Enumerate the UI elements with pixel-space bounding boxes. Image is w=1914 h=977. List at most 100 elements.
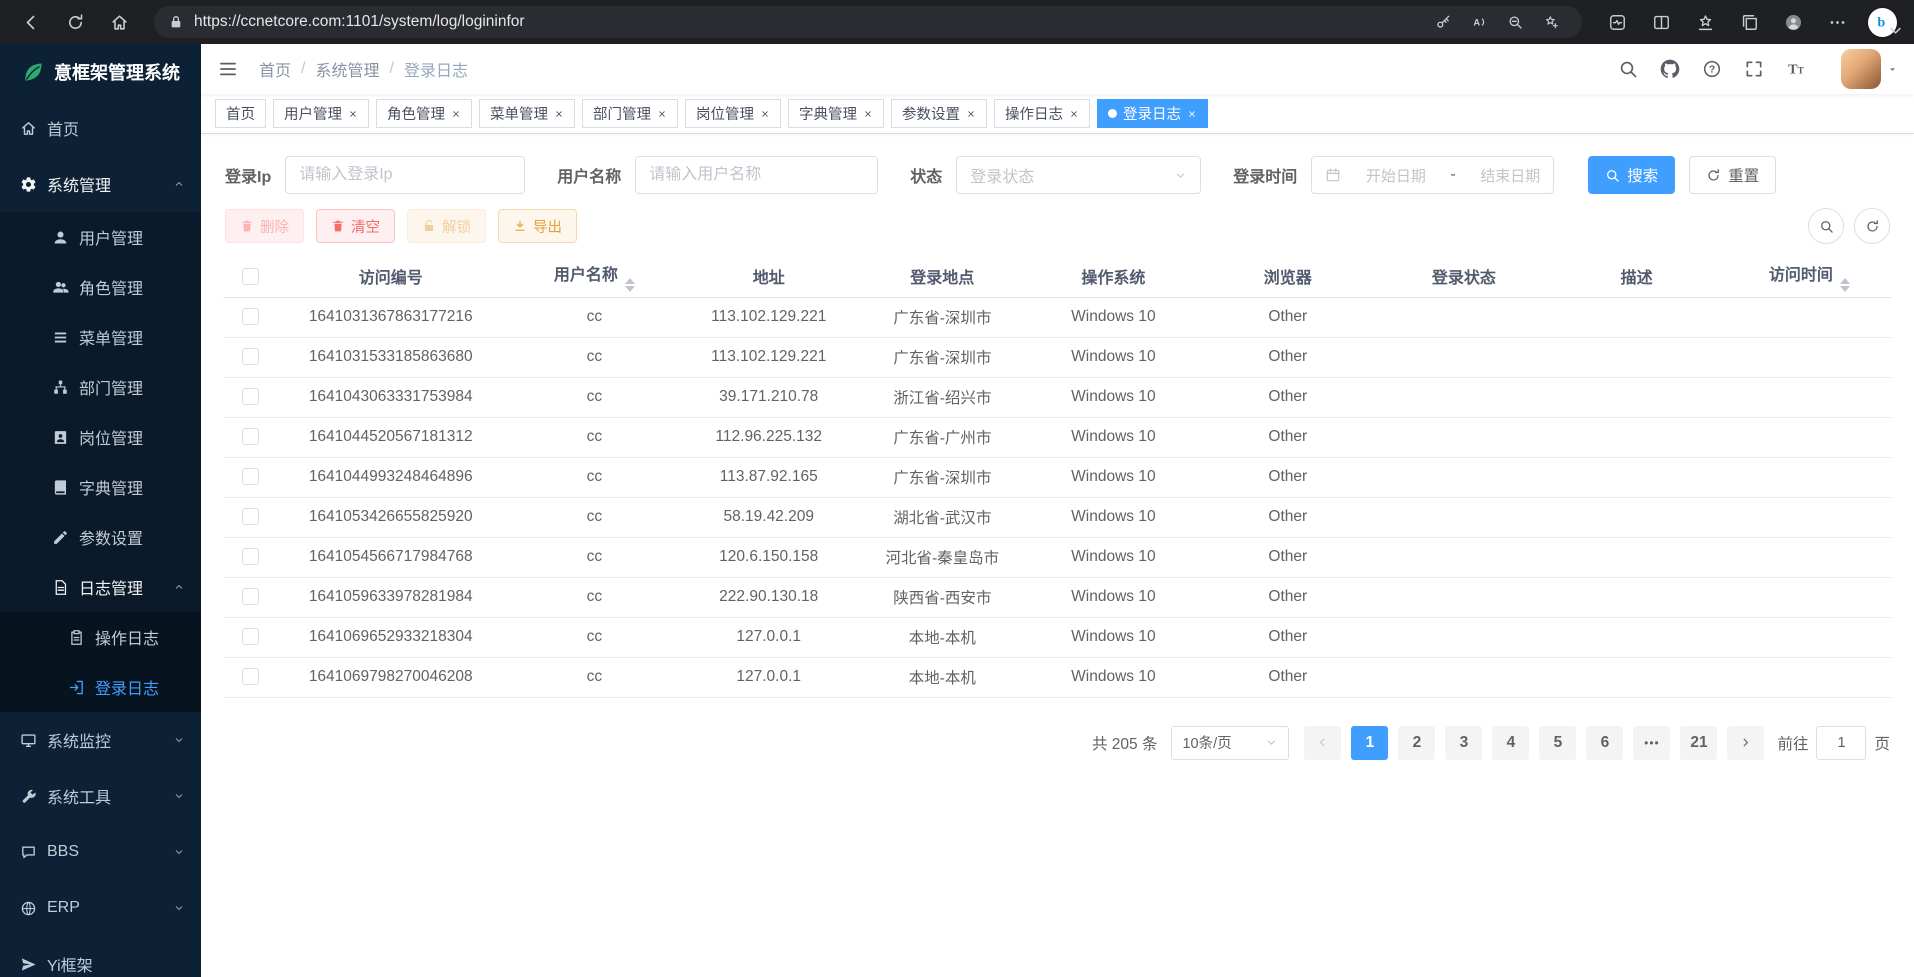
row-checkbox[interactable]: [242, 468, 259, 485]
refresh-button[interactable]: [54, 4, 96, 40]
export-button[interactable]: 导出: [498, 209, 577, 243]
date-range-picker[interactable]: 开始日期 - 结束日期: [1311, 156, 1554, 194]
bing-copilot-button[interactable]: b: [1860, 4, 1904, 40]
split-screen-button[interactable]: [1640, 4, 1682, 40]
fullscreen-button[interactable]: [1735, 50, 1773, 88]
tab-字典管理[interactable]: 字典管理: [788, 99, 884, 128]
sidebar-item-erp[interactable]: ERP: [0, 880, 201, 936]
tab-菜单管理[interactable]: 菜单管理: [479, 99, 575, 128]
select-all-checkbox[interactable]: [242, 268, 259, 285]
sidebar-item-tool[interactable]: 系统工具: [0, 768, 201, 824]
row-checkbox[interactable]: [242, 668, 259, 685]
sidebar-toggle-button[interactable]: [201, 44, 255, 94]
breadcrumb-item[interactable]: 首页: [259, 57, 291, 81]
sort-carets-icon[interactable]: [625, 278, 635, 292]
next-page-button[interactable]: [1727, 726, 1764, 760]
page-button[interactable]: 6: [1586, 726, 1623, 760]
clear-button[interactable]: 清空: [316, 209, 395, 243]
page-button[interactable]: 1: [1351, 726, 1388, 760]
github-button[interactable]: [1651, 50, 1689, 88]
tab-部门管理[interactable]: 部门管理: [582, 99, 678, 128]
sidebar-item-operlog[interactable]: 操作日志: [0, 612, 201, 662]
page-jump-input[interactable]: [1816, 726, 1866, 760]
browser-url-bar[interactable]: https://ccnetcore.com:1101/system/log/lo…: [154, 6, 1582, 38]
tab-登录日志[interactable]: 登录日志: [1097, 99, 1208, 128]
sidebar-item-user[interactable]: 用户管理: [0, 212, 201, 262]
breadcrumb-item[interactable]: 系统管理: [315, 57, 379, 81]
sidebar-item-system[interactable]: 系统管理: [0, 156, 201, 212]
header-search-button[interactable]: [1609, 50, 1647, 88]
prev-page-button[interactable]: [1304, 726, 1341, 760]
sidebar-item-role[interactable]: 角色管理: [0, 262, 201, 312]
close-icon[interactable]: [554, 109, 564, 119]
unlock-button[interactable]: 解锁: [407, 209, 486, 243]
close-icon[interactable]: [1187, 109, 1197, 119]
row-checkbox[interactable]: [242, 588, 259, 605]
row-checkbox[interactable]: [242, 348, 259, 365]
tab-操作日志[interactable]: 操作日志: [994, 99, 1090, 128]
sort-carets-icon[interactable]: [1840, 278, 1850, 292]
tab-角色管理[interactable]: 角色管理: [376, 99, 472, 128]
close-icon[interactable]: [1069, 109, 1079, 119]
add-favorite-button[interactable]: [1534, 8, 1568, 36]
close-icon[interactable]: [451, 109, 461, 119]
delete-button[interactable]: 删除: [225, 209, 304, 243]
browser-more-button[interactable]: [1816, 4, 1858, 40]
password-key-button[interactable]: [1426, 8, 1460, 36]
row-checkbox[interactable]: [242, 508, 259, 525]
sidebar-item-log[interactable]: 日志管理: [0, 562, 201, 612]
help-button[interactable]: ?: [1693, 50, 1731, 88]
browser-essentials-button[interactable]: [1596, 4, 1638, 40]
page-button[interactable]: 2: [1398, 726, 1435, 760]
sidebar-item-post[interactable]: 岗位管理: [0, 412, 201, 462]
sidebar-item-dict[interactable]: 字典管理: [0, 462, 201, 512]
tab-参数设置[interactable]: 参数设置: [891, 99, 987, 128]
sidebar-item-logininfor[interactable]: 登录日志: [0, 662, 201, 712]
sidebar-item-dept[interactable]: 部门管理: [0, 362, 201, 412]
search-button[interactable]: 搜索: [1588, 156, 1675, 194]
calendar-icon: [1325, 167, 1341, 183]
reset-button[interactable]: 重置: [1689, 156, 1776, 194]
close-icon[interactable]: [863, 109, 873, 119]
row-checkbox[interactable]: [242, 308, 259, 325]
profile-button[interactable]: [1772, 4, 1814, 40]
sidebar-item-yi[interactable]: Yi框架: [0, 936, 201, 977]
sidebar-item-bbs[interactable]: BBS: [0, 824, 201, 880]
home-button[interactable]: [98, 4, 140, 40]
close-icon[interactable]: [657, 109, 667, 119]
row-checkbox[interactable]: [242, 428, 259, 445]
sidebar-item-menu[interactable]: 菜单管理: [0, 312, 201, 362]
sidebar-item-home[interactable]: 首页: [0, 100, 201, 156]
page-button[interactable]: 21: [1680, 726, 1717, 760]
back-button[interactable]: [10, 4, 52, 40]
read-aloud-button[interactable]: A: [1462, 8, 1496, 36]
favorites-bar-button[interactable]: [1684, 4, 1726, 40]
row-checkbox[interactable]: [242, 388, 259, 405]
tab-岗位管理[interactable]: 岗位管理: [685, 99, 781, 128]
page-button[interactable]: 3: [1445, 726, 1482, 760]
user-name-input[interactable]: [649, 166, 864, 184]
column-header[interactable]: 用户名称: [503, 256, 685, 297]
refresh-table-button[interactable]: [1854, 208, 1890, 244]
sidebar-item-config[interactable]: 参数设置: [0, 512, 201, 562]
page-button[interactable]: 4: [1492, 726, 1529, 760]
zoom-button[interactable]: [1498, 8, 1532, 36]
row-checkbox[interactable]: [242, 548, 259, 565]
page-button[interactable]: 5: [1539, 726, 1576, 760]
tab-用户管理[interactable]: 用户管理: [273, 99, 369, 128]
more-pages-button[interactable]: •••: [1633, 726, 1670, 760]
sidebar-item-monitor[interactable]: 系统监控: [0, 712, 201, 768]
close-icon[interactable]: [966, 109, 976, 119]
font-size-button[interactable]: TT: [1777, 50, 1815, 88]
column-header[interactable]: 访问时间: [1727, 256, 1892, 297]
avatar[interactable]: [1841, 49, 1881, 89]
close-icon[interactable]: [760, 109, 770, 119]
collections-button[interactable]: [1728, 4, 1770, 40]
status-select[interactable]: 登录状态: [956, 156, 1201, 194]
tab-首页[interactable]: 首页: [215, 99, 266, 128]
login-ip-input[interactable]: [299, 166, 511, 184]
toggle-search-button[interactable]: [1808, 208, 1844, 244]
row-checkbox[interactable]: [242, 628, 259, 645]
page-size-select[interactable]: 10条/页: [1171, 726, 1289, 760]
close-icon[interactable]: [348, 109, 358, 119]
